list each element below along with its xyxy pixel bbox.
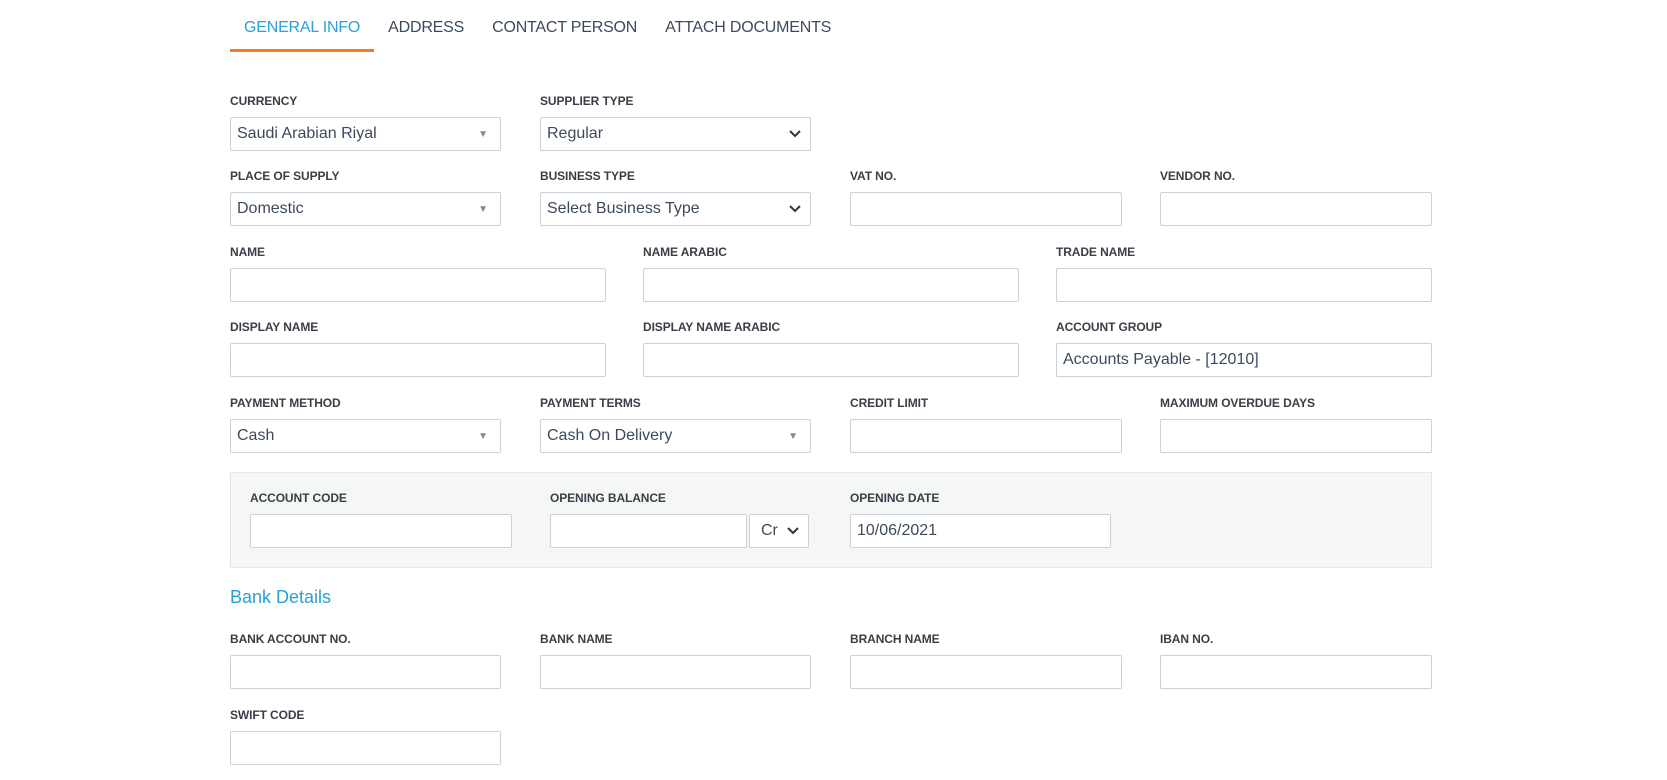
name-label: NAME [230, 245, 265, 259]
supplier-type-label: SUPPLIER TYPE [540, 94, 634, 108]
chevron-down-icon [789, 130, 801, 138]
branch-name-label: BRANCH NAME [850, 632, 940, 646]
name-arabic-input[interactable] [643, 268, 1019, 302]
credit-limit-input[interactable] [850, 419, 1122, 453]
max-overdue-days-label: MAXIMUM OVERDUE DAYS [1160, 396, 1315, 410]
branch-name-input[interactable] [850, 655, 1122, 689]
payment-terms-select[interactable]: Cash On Delivery ▼ [540, 419, 811, 453]
opening-date-field: OPENING DATE 10/06/2021 [850, 490, 1111, 548]
iban-no-label: IBAN NO. [1160, 632, 1214, 646]
iban-no-input[interactable] [1160, 655, 1432, 689]
vat-no-field: VAT NO. [850, 168, 1122, 226]
vat-no-input[interactable] [850, 192, 1122, 226]
vendor-no-label: VENDOR NO. [1160, 169, 1236, 183]
swift-code-label: SWIFT CODE [230, 708, 305, 722]
bank-name-input[interactable] [540, 655, 811, 689]
name-arabic-field: NAME ARABIC [643, 244, 1019, 302]
caret-down-icon: ▼ [478, 129, 488, 140]
opening-balance-field: OPENING BALANCE Cr [550, 490, 809, 548]
display-name-input[interactable] [230, 343, 606, 377]
max-overdue-days-input[interactable] [1160, 419, 1432, 453]
currency-value: Saudi Arabian Riyal [237, 125, 377, 142]
trade-name-input[interactable] [1056, 268, 1432, 302]
account-code-label: ACCOUNT CODE [250, 491, 347, 505]
max-overdue-days-field: MAXIMUM OVERDUE DAYS [1160, 395, 1432, 453]
account-group-label: ACCOUNT GROUP [1056, 320, 1163, 334]
name-input[interactable] [230, 268, 606, 302]
bank-name-label: BANK NAME [540, 632, 613, 646]
chevron-down-icon [789, 205, 801, 213]
trade-name-label: TRADE NAME [1056, 245, 1135, 259]
bank-account-no-label: BANK ACCOUNT NO. [230, 632, 351, 646]
account-group-input[interactable]: Accounts Payable - [12010] [1056, 343, 1432, 377]
payment-method-field: PAYMENT METHOD Cash ▼ [230, 395, 501, 453]
opening-date-input[interactable]: 10/06/2021 [850, 514, 1111, 548]
payment-method-label: PAYMENT METHOD [230, 396, 341, 410]
opening-balance-input[interactable] [550, 514, 747, 548]
trade-name-field: TRADE NAME [1056, 244, 1432, 302]
business-type-field: BUSINESS TYPE Select Business Type [540, 168, 811, 226]
bank-details-heading: Bank Details [230, 587, 332, 607]
caret-down-icon: ▼ [788, 431, 798, 442]
place-of-supply-field: PLACE OF SUPPLY Domestic ▼ [230, 168, 501, 226]
chevron-down-icon [787, 527, 799, 535]
payment-terms-label: PAYMENT TERMS [540, 396, 641, 410]
balance-type-value: Cr [761, 522, 778, 539]
display-name-field: DISPLAY NAME [230, 319, 606, 377]
iban-no-field: IBAN NO. [1160, 631, 1432, 689]
bank-name-field: BANK NAME [540, 631, 811, 689]
payment-method-select[interactable]: Cash ▼ [230, 419, 501, 453]
name-field: NAME [230, 244, 606, 302]
currency-field: CURRENCY Saudi Arabian Riyal ▼ [230, 93, 501, 151]
payment-terms-value: Cash On Delivery [547, 427, 673, 444]
display-name-label: DISPLAY NAME [230, 320, 319, 334]
credit-limit-label: CREDIT LIMIT [850, 396, 929, 410]
tab-attach-documents[interactable]: ATTACH DOCUMENTS [651, 0, 845, 52]
tab-address[interactable]: ADDRESS [374, 0, 478, 52]
name-arabic-label: NAME ARABIC [643, 245, 727, 259]
business-type-select[interactable]: Select Business Type [540, 192, 811, 226]
place-of-supply-value: Domestic [237, 200, 304, 217]
bank-account-no-field: BANK ACCOUNT NO. [230, 631, 501, 689]
tab-general-info[interactable]: GENERAL INFO [230, 0, 375, 52]
caret-down-icon: ▼ [478, 204, 488, 215]
credit-limit-field: CREDIT LIMIT [850, 395, 1122, 453]
business-type-value: Select Business Type [547, 200, 700, 217]
currency-select[interactable]: Saudi Arabian Riyal ▼ [230, 117, 501, 151]
display-name-arabic-field: DISPLAY NAME ARABIC [643, 319, 1019, 377]
supplier-type-value: Regular [547, 125, 604, 142]
branch-name-field: BRANCH NAME [850, 631, 1122, 689]
payment-terms-field: PAYMENT TERMS Cash On Delivery ▼ [540, 395, 811, 453]
business-type-label: BUSINESS TYPE [540, 169, 635, 183]
opening-date-label: OPENING DATE [850, 491, 940, 505]
display-name-arabic-label: DISPLAY NAME ARABIC [643, 320, 781, 334]
tab-contact-person[interactable]: CONTACT PERSON [478, 0, 651, 52]
account-code-field: ACCOUNT CODE [250, 490, 512, 548]
vendor-no-field: VENDOR NO. [1160, 168, 1432, 226]
account-code-input[interactable] [250, 514, 512, 548]
opening-balance-label: OPENING BALANCE [550, 491, 666, 505]
tab-bar: GENERAL INFO ADDRESS CONTACT PERSON ATTA… [230, 0, 845, 52]
account-group-field: ACCOUNT GROUP Accounts Payable - [12010] [1056, 319, 1432, 377]
caret-down-icon: ▼ [478, 431, 488, 442]
display-name-arabic-input[interactable] [643, 343, 1019, 377]
vat-no-label: VAT NO. [850, 169, 897, 183]
currency-label: CURRENCY [230, 94, 298, 108]
balance-type-select[interactable]: Cr [749, 514, 809, 548]
vendor-no-input[interactable] [1160, 192, 1432, 226]
payment-method-value: Cash [237, 427, 275, 444]
swift-code-field: SWIFT CODE [230, 707, 501, 765]
swift-code-input[interactable] [230, 731, 501, 765]
bank-account-no-input[interactable] [230, 655, 501, 689]
supplier-type-select[interactable]: Regular [540, 117, 811, 151]
place-of-supply-select[interactable]: Domestic ▼ [230, 192, 501, 226]
place-of-supply-label: PLACE OF SUPPLY [230, 169, 340, 183]
supplier-type-field: SUPPLIER TYPE Regular [540, 93, 811, 151]
